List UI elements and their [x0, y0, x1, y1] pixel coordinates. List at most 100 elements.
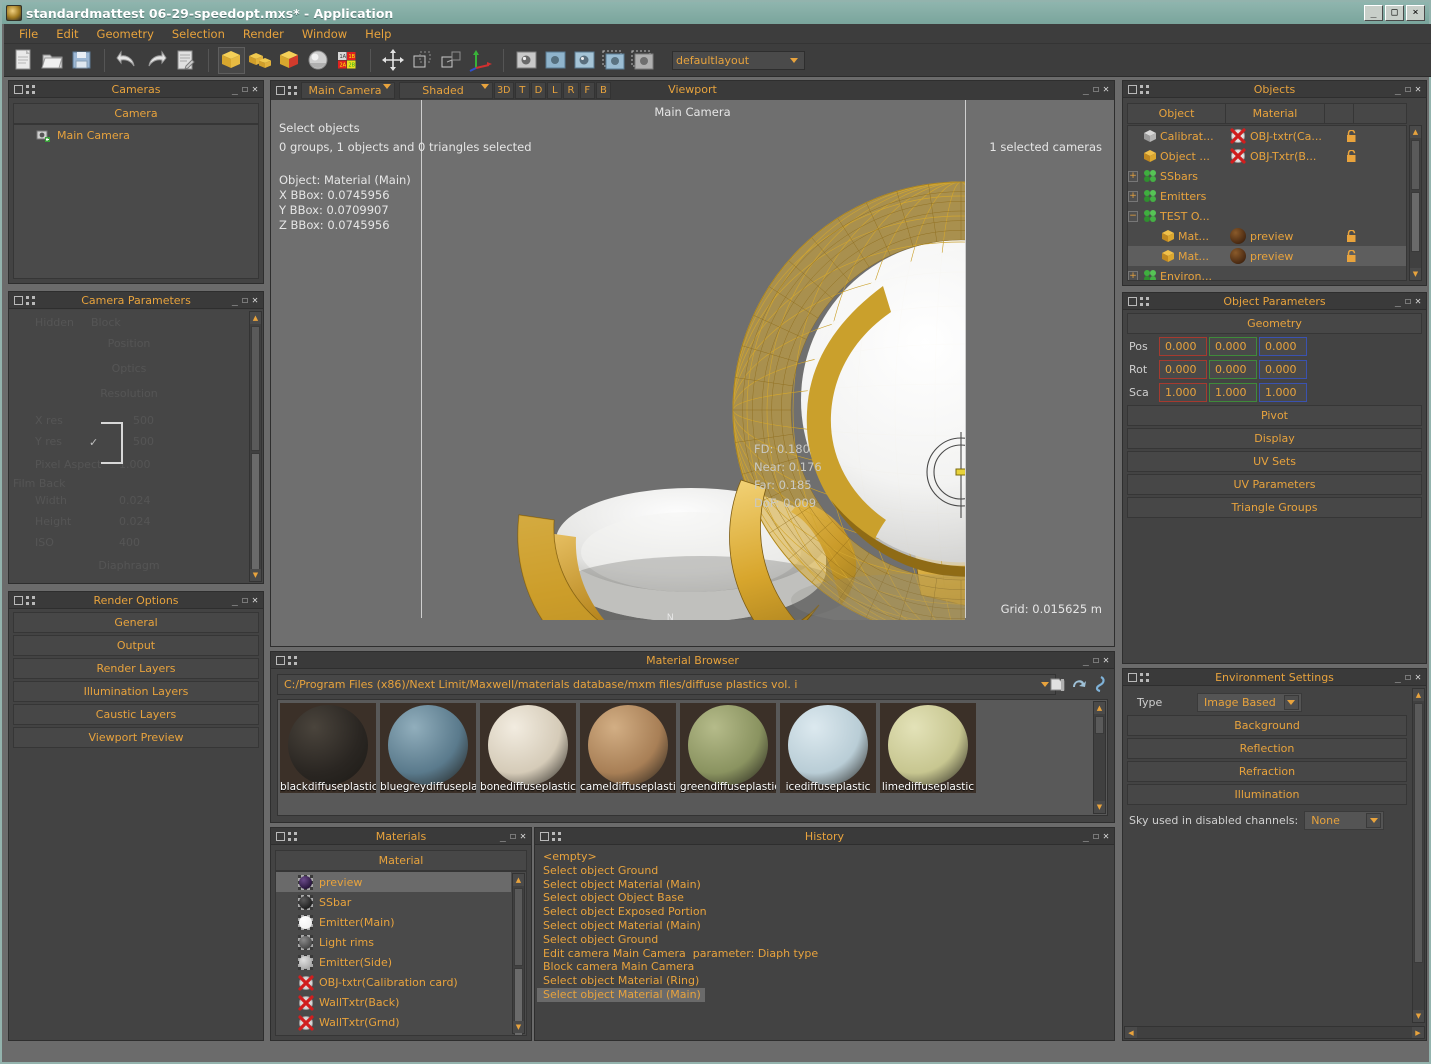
rot-z-field[interactable]: 0.000	[1259, 360, 1307, 379]
camparam-section-resolution[interactable]: Resolution	[13, 387, 245, 400]
dock-icons[interactable]	[9, 596, 35, 605]
list-item[interactable]: Light rims	[276, 932, 511, 952]
environment-hscrollbar[interactable]: ◀ ▶	[1124, 1026, 1425, 1039]
list-item[interactable]: WallTxtr(Back)	[276, 992, 511, 1012]
panel-float-icon[interactable]: ☐	[242, 595, 248, 606]
scroll-down-icon[interactable]: ▼	[513, 1021, 524, 1033]
history-entry[interactable]: Edit camera Main Camera parameter: Diaph…	[537, 947, 1112, 961]
panel-minimize-icon[interactable]: _	[1083, 655, 1089, 666]
objparams-section-triangle-groups[interactable]: Triangle Groups	[1127, 497, 1422, 518]
cameras-list[interactable]: Main Camera	[13, 124, 259, 279]
cubes-group-icon[interactable]	[247, 47, 274, 74]
viewport-tab-back[interactable]: B	[596, 82, 611, 99]
sca-z-field[interactable]: 1.000	[1259, 383, 1307, 402]
dock-icons[interactable]	[9, 296, 35, 305]
material-swatch[interactable]: limediffuseplastic	[880, 703, 976, 793]
tree-expander[interactable]: −	[1128, 211, 1138, 222]
layout-select[interactable]: defaultlayout	[672, 51, 805, 70]
rot-y-field[interactable]: 0.000	[1209, 360, 1257, 379]
scroll-up-icon[interactable]: ▲	[1410, 126, 1421, 138]
panel-minimize-icon[interactable]: _	[1395, 84, 1401, 95]
table-row[interactable]: Calibrat...OBJ-txtr(Ca...	[1128, 126, 1406, 146]
list-item[interactable]: OBJ-txtr(Calibration card)	[276, 972, 511, 992]
scale-tool-icon[interactable]	[438, 47, 465, 74]
cube-yellow-icon[interactable]	[218, 47, 245, 74]
panel-float-icon[interactable]: ☐	[1405, 672, 1411, 683]
panel-float-icon[interactable]: ☐	[1405, 84, 1411, 95]
material-swatch[interactable]: bonediffuseplastic	[480, 703, 576, 793]
maximize-button[interactable]: □	[1385, 5, 1404, 21]
color-chart-icon[interactable]: 1A1B2A2B	[334, 47, 361, 74]
panel-close-icon[interactable]: ✕	[1103, 84, 1109, 95]
scroll-up-icon[interactable]: ▲	[1413, 689, 1424, 701]
table-row[interactable]: +Emitters	[1128, 186, 1406, 206]
viewport-camera-select[interactable]: Main Camera	[301, 82, 395, 99]
objparams-section-pivot[interactable]: Pivot	[1127, 405, 1422, 426]
render-network-icon[interactable]	[629, 47, 656, 74]
viewport-tab-front[interactable]: F	[580, 82, 595, 99]
env-section-reflection[interactable]: Reflection	[1127, 738, 1407, 759]
viewport-canvas[interactable]: Main Camera Select objects 0 groups, 1 o…	[271, 100, 1114, 646]
environment-scrollbar[interactable]: ▲ ▼	[1412, 688, 1425, 1023]
undo-arrow-icon[interactable]	[114, 47, 141, 74]
panel-float-icon[interactable]: ☐	[242, 295, 248, 306]
sca-y-field[interactable]: 1.000	[1209, 383, 1257, 402]
env-type-select[interactable]: Image Based	[1197, 693, 1302, 712]
material-browser-path-input[interactable]: C:/Program Files (x86)/Next Limit/Maxwel…	[277, 674, 1056, 695]
pos-y-field[interactable]: 0.000	[1209, 337, 1257, 356]
render-queue-icon[interactable]	[600, 47, 627, 74]
folder-open-icon[interactable]	[1049, 675, 1066, 696]
pos-x-field[interactable]: 0.000	[1159, 337, 1207, 356]
menu-item-window[interactable]: Window	[293, 25, 356, 43]
viewport-tab-3d[interactable]: 3D	[494, 82, 514, 99]
panel-float-icon[interactable]: ☐	[1405, 296, 1411, 307]
camparam-value-xres[interactable]: 500	[133, 414, 154, 427]
objparams-section-uv-sets[interactable]: UV Sets	[1127, 451, 1422, 472]
dock-icons[interactable]	[535, 832, 561, 841]
history-entry[interactable]: Block camera Main Camera	[537, 960, 1112, 974]
render-section-output[interactable]: Output	[13, 635, 259, 656]
render-selection-icon[interactable]	[571, 47, 598, 74]
open-folder-icon[interactable]	[39, 47, 66, 74]
material-browser-strip[interactable]: blackdiffuseplasticbluegreydiffuseplasbo…	[277, 699, 1108, 816]
menu-item-render[interactable]: Render	[234, 25, 293, 43]
history-entry[interactable]: Select object Exposed Portion	[537, 905, 1112, 919]
panel-float-icon[interactable]: ☐	[1093, 84, 1099, 95]
axis-gizmo-icon[interactable]	[467, 47, 494, 74]
objects-col-object[interactable]: Object	[1127, 103, 1226, 124]
unlocked-icon[interactable]	[1336, 230, 1366, 243]
table-row[interactable]: +SSbars	[1128, 166, 1406, 186]
render-region-icon[interactable]	[542, 47, 569, 74]
dock-icons[interactable]	[9, 85, 35, 94]
scroll-up-icon[interactable]: ▲	[513, 874, 524, 886]
tree-expander[interactable]: +	[1128, 191, 1138, 202]
viewport-tab-left[interactable]: L	[547, 82, 562, 99]
table-row[interactable]: +Environ...	[1128, 266, 1406, 281]
env-section-refraction[interactable]: Refraction	[1127, 761, 1407, 782]
env-section-background[interactable]: Background	[1127, 715, 1407, 736]
unlocked-icon[interactable]	[1336, 150, 1366, 163]
scroll-up-icon[interactable]: ▲	[1094, 702, 1105, 714]
scroll-down-icon[interactable]: ▼	[1413, 1010, 1424, 1022]
menu-item-file[interactable]: File	[10, 25, 47, 43]
window-controls[interactable]: _ □ ×	[1364, 5, 1425, 21]
scroll-down-icon[interactable]: ▼	[1094, 801, 1105, 813]
history-entry[interactable]: Select object Material (Main)	[537, 988, 705, 1002]
materials-scrollbar[interactable]: ▲ ▼	[512, 873, 525, 1034]
preview-icon[interactable]	[1091, 675, 1108, 696]
history-entry[interactable]: Select object Material (Main)	[537, 878, 1112, 892]
panel-minimize-icon[interactable]: _	[232, 295, 238, 306]
minimize-button[interactable]: _	[1364, 5, 1383, 21]
panel-close-icon[interactable]: ✕	[252, 595, 258, 606]
cube-material-icon[interactable]	[276, 47, 303, 74]
panel-float-icon[interactable]: ☐	[1093, 831, 1099, 842]
menu-item-selection[interactable]: Selection	[163, 25, 234, 43]
history-entry[interactable]: <empty>	[537, 850, 1112, 864]
scroll-down-icon[interactable]: ▼	[250, 569, 261, 581]
sca-x-field[interactable]: 1.000	[1159, 383, 1207, 402]
list-item[interactable]: Emitter(Side)	[276, 952, 511, 972]
move-tool-icon[interactable]	[380, 47, 407, 74]
objparams-section-geometry[interactable]: Geometry	[1127, 313, 1422, 334]
close-button[interactable]: ×	[1406, 5, 1425, 21]
dock-icons[interactable]	[1123, 85, 1149, 94]
